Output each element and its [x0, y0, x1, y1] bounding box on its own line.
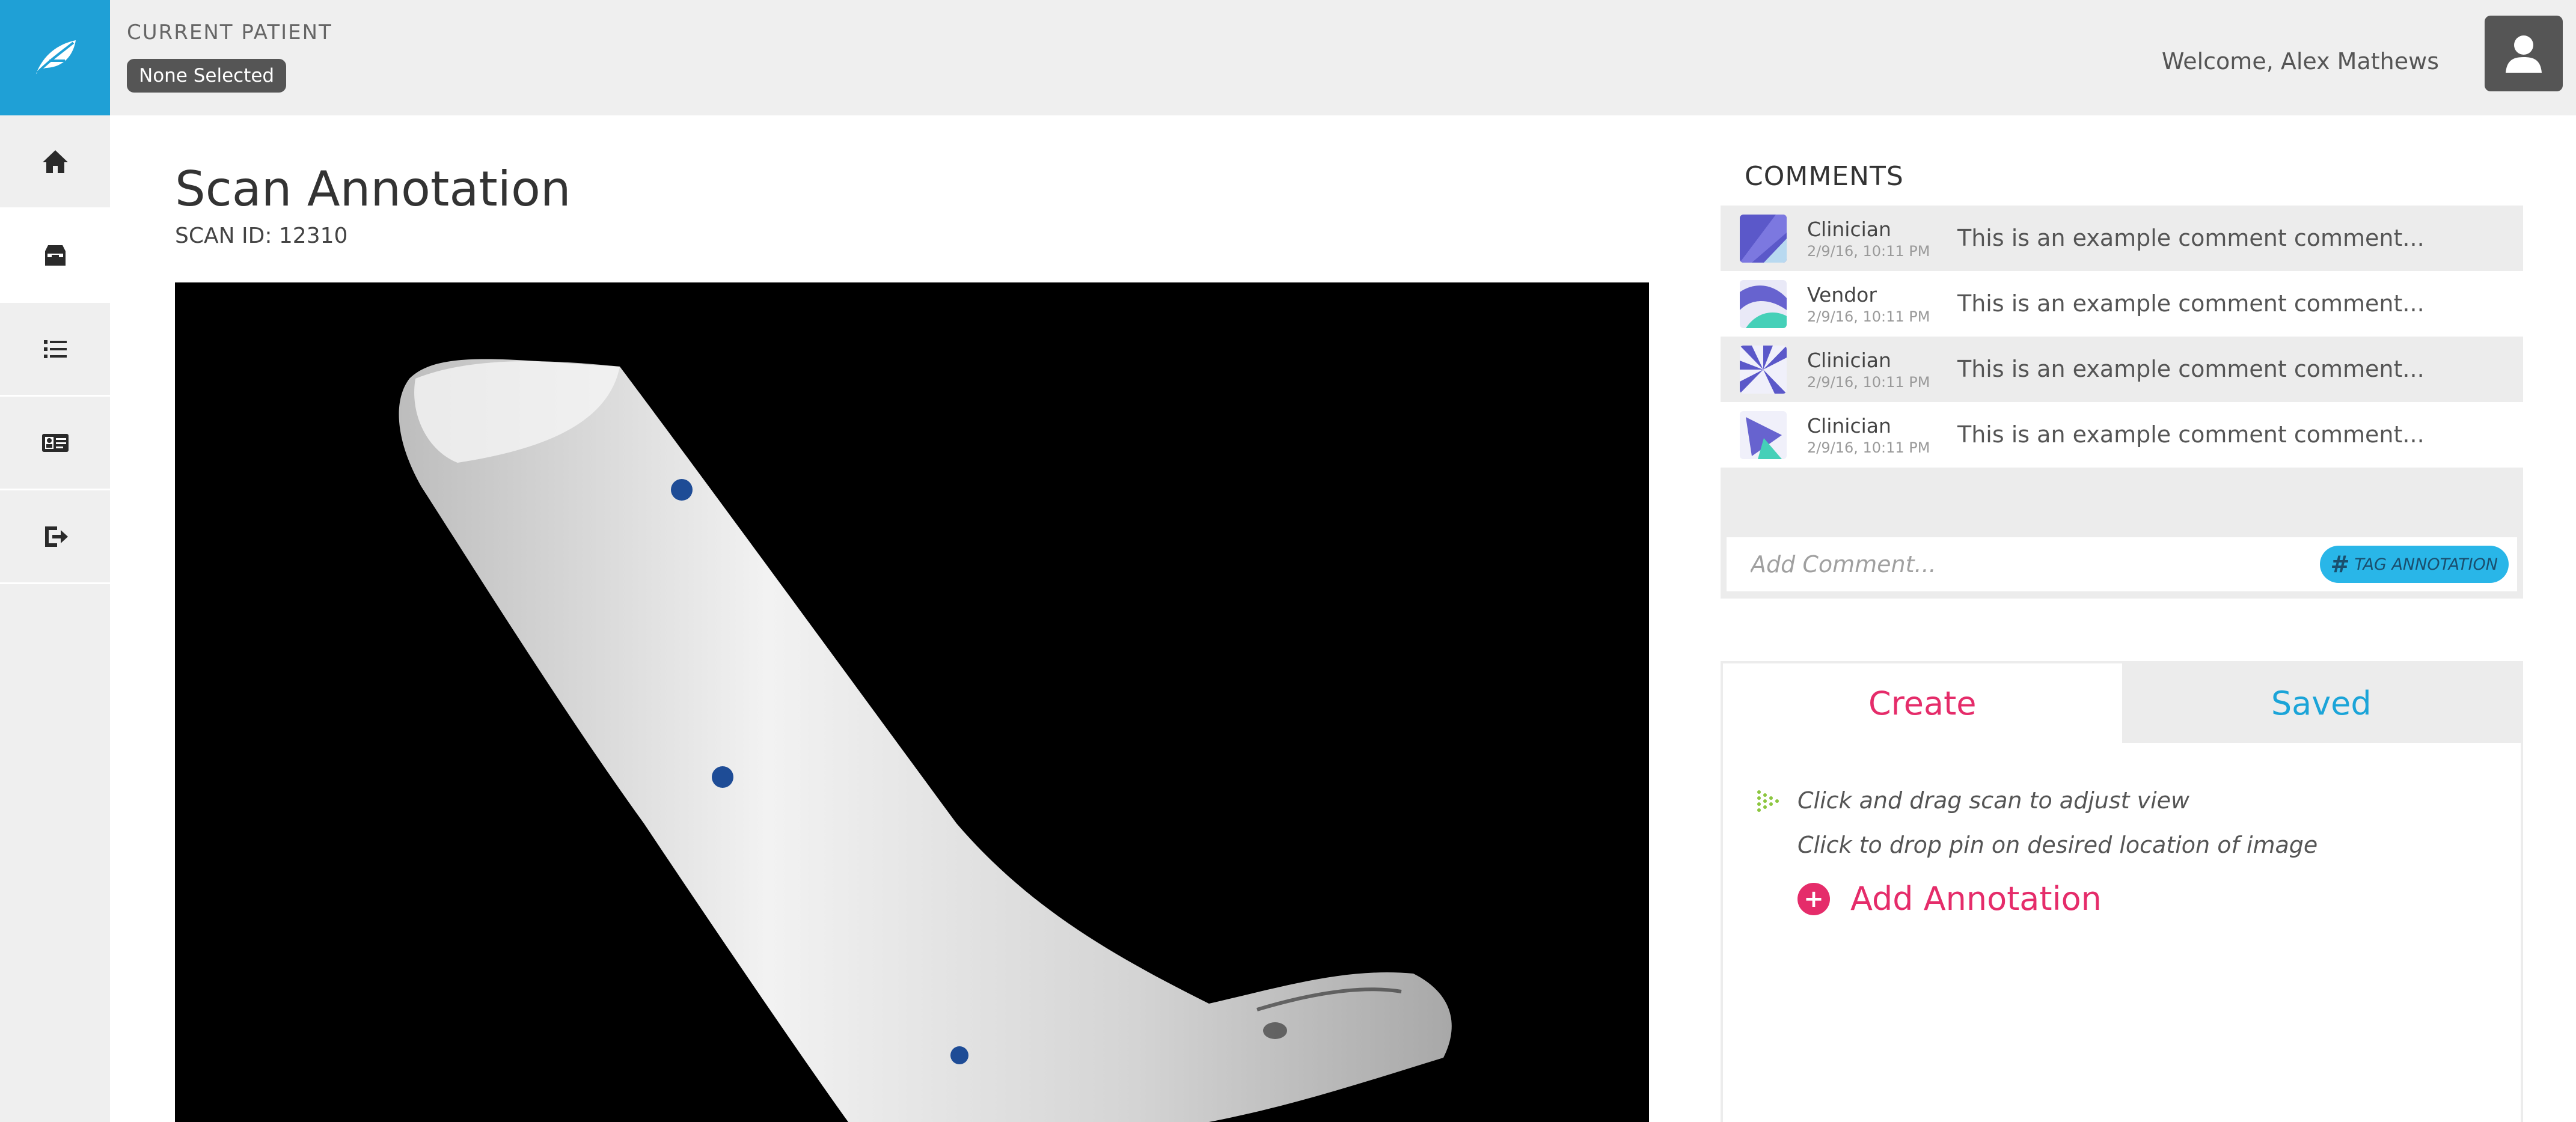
- annotation-panel: Create Saved Click and drag scan to adju…: [1721, 661, 2523, 1122]
- comment-timestamp: 2/9/16, 10:11 PM: [1807, 439, 1930, 456]
- current-patient-label: CURRENT PATIENT: [127, 20, 332, 44]
- list-icon: [43, 340, 67, 358]
- id-card-icon: [41, 433, 69, 452]
- hashtag-icon: #: [2330, 551, 2350, 578]
- sidebar-item-id-card[interactable]: [0, 397, 110, 490]
- comment-author: Clinician: [1807, 414, 1891, 438]
- sidebar-item-logout[interactable]: [0, 490, 110, 584]
- hint-pin-text: Click to drop pin on desired location of…: [1797, 832, 2318, 858]
- app-logo[interactable]: [0, 0, 110, 115]
- comment-timestamp: 2/9/16, 10:11 PM: [1807, 243, 1930, 260]
- sidebar-item-inbox[interactable]: [0, 209, 110, 303]
- user-icon: [2506, 35, 2542, 73]
- home-icon: [42, 150, 68, 173]
- tag-annotation-label: TAG ANNOTATION: [2354, 555, 2498, 574]
- tag-annotation-button[interactable]: # TAG ANNOTATION: [2319, 546, 2509, 583]
- header-bar: CURRENT PATIENT None Selected Welcome, A…: [110, 0, 2576, 115]
- comments-list: Clinician 2/9/16, 10:11 PM This is an ex…: [1721, 206, 2523, 468]
- tab-create[interactable]: Create: [1723, 663, 2122, 743]
- scan-id: SCAN ID: 12310: [175, 224, 348, 248]
- comment-avatar: [1740, 279, 1787, 328]
- comment-text: This is an example comment comment...: [1957, 225, 2425, 251]
- logout-icon: [44, 526, 68, 547]
- comment-item[interactable]: Clinician 2/9/16, 10:11 PM This is an ex…: [1721, 206, 2523, 271]
- comments-heading: COMMENTS: [1745, 161, 1904, 192]
- leaf-icon: [35, 40, 76, 74]
- patient-selector[interactable]: None Selected: [127, 59, 287, 93]
- add-comment-area: # TAG ANNOTATION: [1721, 468, 2523, 599]
- comment-avatar: [1740, 345, 1787, 394]
- comment-item[interactable]: Clinician 2/9/16, 10:11 PM This is an ex…: [1721, 402, 2523, 468]
- comment-avatar: [1740, 410, 1787, 459]
- comment-avatar: [1740, 214, 1787, 263]
- comment-author: Vendor: [1807, 283, 1877, 306]
- user-avatar[interactable]: [2485, 16, 2563, 91]
- page-title: Scan Annotation: [175, 161, 571, 217]
- comment-author: Clinician: [1807, 218, 1891, 241]
- comment-item[interactable]: Clinician 2/9/16, 10:11 PM This is an ex…: [1721, 337, 2523, 402]
- add-annotation-button[interactable]: + Add Annotation: [1797, 880, 2102, 918]
- sidebar: [0, 0, 110, 1122]
- scan-model-image: [399, 359, 1452, 1122]
- sidebar-item-list[interactable]: [0, 303, 110, 397]
- comment-author: Clinician: [1807, 349, 1891, 372]
- plus-icon: +: [1797, 882, 1830, 915]
- comment-text: This is an example comment comment...: [1957, 290, 2425, 317]
- comment-text: This is an example comment comment...: [1957, 421, 2425, 448]
- comment-item[interactable]: Vendor 2/9/16, 10:11 PM This is an examp…: [1721, 271, 2523, 337]
- comment-timestamp: 2/9/16, 10:11 PM: [1807, 308, 1930, 325]
- comment-timestamp: 2/9/16, 10:11 PM: [1807, 374, 1930, 391]
- tab-saved[interactable]: Saved: [2122, 663, 2521, 743]
- comment-text: This is an example comment comment...: [1957, 356, 2425, 382]
- welcome-text: Welcome, Alex Mathews: [2161, 48, 2439, 75]
- inbox-icon: [44, 245, 66, 266]
- sidebar-item-home[interactable]: [0, 115, 110, 209]
- hint-drag-text: Click and drag scan to adjust view: [1797, 787, 2190, 814]
- add-annotation-label: Add Annotation: [1850, 880, 2102, 918]
- drag-hint-icon: [1757, 790, 1779, 812]
- scan-viewer[interactable]: [175, 282, 1649, 1122]
- annotation-tabs: Create Saved: [1723, 663, 2521, 743]
